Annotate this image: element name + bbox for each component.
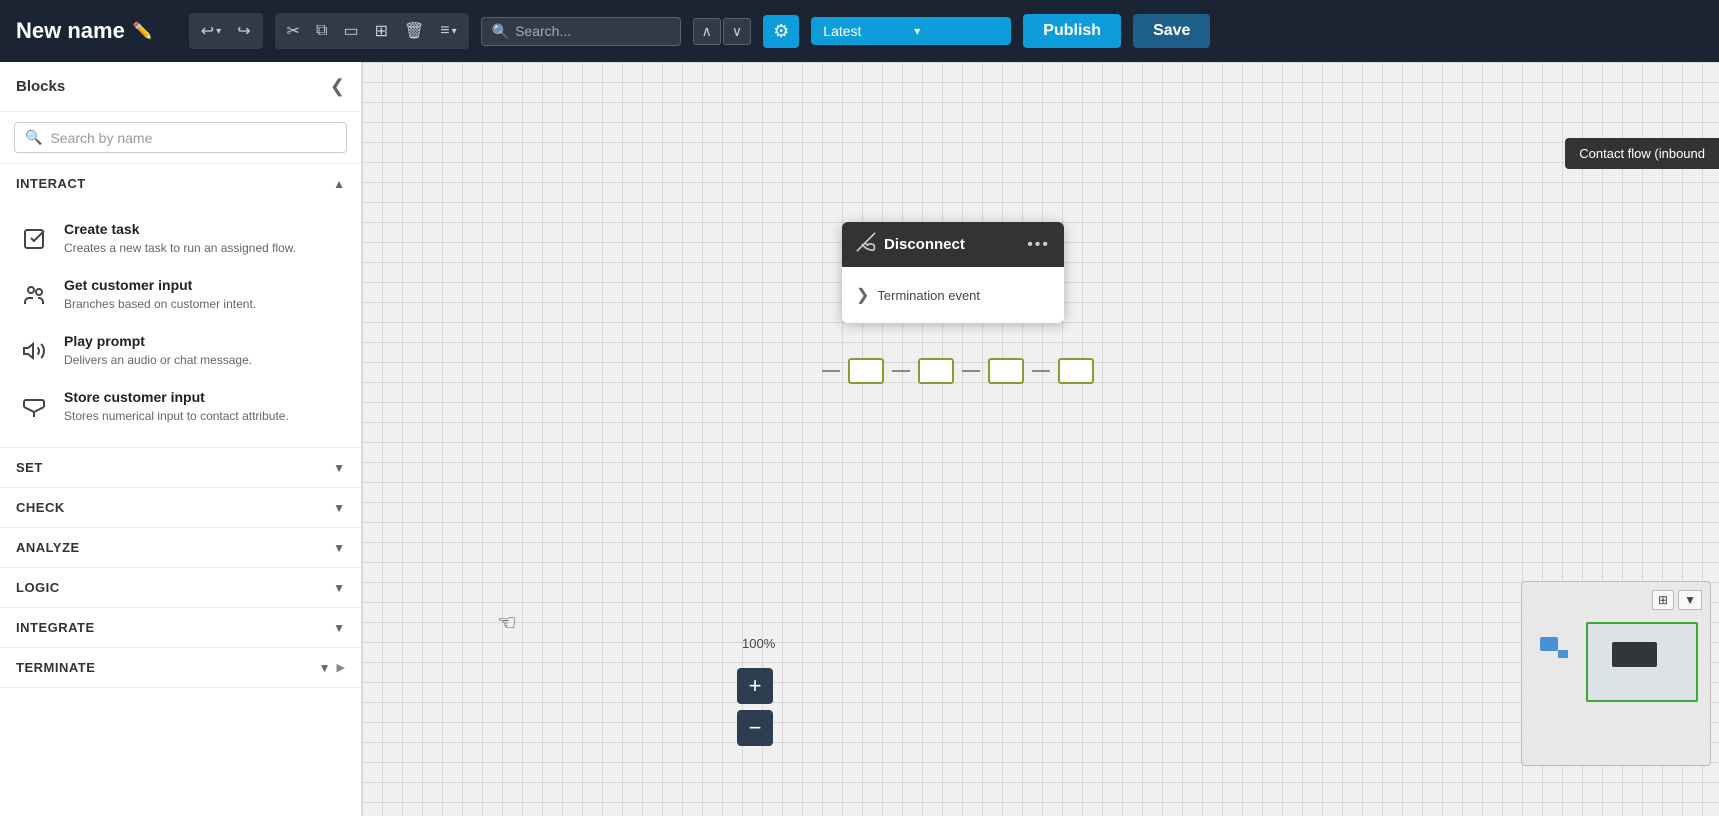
version-selector[interactable]: Latest ▾ xyxy=(811,17,1011,45)
connector-line-2 xyxy=(892,370,910,372)
block-create-task[interactable]: Create task Creates a new task to run an… xyxy=(0,211,361,267)
section-header-check[interactable]: CHECK ▼ xyxy=(0,488,361,528)
topbar: New name ✏️ ↩▾ ↪ ✂ ⧉ ▭ ⊞ 🗑 ≡▾ 🔍 xyxy=(0,0,1719,62)
block-play-prompt-name: Play prompt xyxy=(64,333,252,349)
zoom-in-button[interactable]: + xyxy=(737,668,773,704)
nav-arrow-group: ∧ ∨ xyxy=(693,18,752,45)
chevron-down-icon-check: ▼ xyxy=(333,501,345,515)
minimap-node-small-2 xyxy=(1558,650,1568,658)
main-layout: Blocks ❮ 🔍 INTERACT ▲ xyxy=(0,62,1719,816)
termination-label: Termination event xyxy=(877,288,980,303)
minimap-viewport xyxy=(1586,622,1698,702)
zoom-out-button[interactable]: − xyxy=(737,710,773,746)
sidebar-search-area: 🔍 xyxy=(0,112,361,164)
text-format-button[interactable]: ≡▾ xyxy=(434,18,462,44)
search-icon: 🔍 xyxy=(492,23,509,40)
termination-arrow-icon: ❯ xyxy=(856,285,869,305)
sidebar-search-wrap[interactable]: 🔍 xyxy=(14,122,347,153)
section-header-logic[interactable]: LOGIC ▼ xyxy=(0,568,361,608)
sidebar-collapse-button[interactable]: ❮ xyxy=(330,76,345,97)
canvas-area[interactable]: Contact flow (inbound Disconnect ••• xyxy=(362,62,1719,816)
get-customer-input-icon xyxy=(16,277,52,313)
create-task-icon xyxy=(16,221,52,257)
connector-line-4 xyxy=(1032,370,1050,372)
section-header-set[interactable]: SET ▼ xyxy=(0,448,361,488)
disconnect-body: ❯ Termination event xyxy=(842,267,1064,323)
node-box-3[interactable] xyxy=(988,358,1024,384)
gear-icon: ⚙ xyxy=(773,21,789,41)
nodes-row xyxy=(822,358,1094,384)
app-title-area: New name ✏️ xyxy=(16,18,153,44)
termination-event-row: ❯ Termination event xyxy=(842,277,1064,313)
chevron-down-icon-analyze: ▼ xyxy=(333,541,345,555)
sidebar-scroll-indicator: ▶ xyxy=(337,661,345,674)
block-get-customer-desc: Branches based on customer intent. xyxy=(64,296,256,313)
sidebar-content: INTERACT ▲ Create task Creates a new tas… xyxy=(0,164,361,816)
copy-button[interactable]: ⧉ xyxy=(310,18,333,44)
nav-up-button[interactable]: ∧ xyxy=(693,18,721,45)
disconnect-title: Disconnect xyxy=(884,236,965,253)
canvas-search-box[interactable]: 🔍 xyxy=(481,17,681,46)
redo-button[interactable]: ↪ xyxy=(231,17,256,45)
minimap: ⊞ ▼ xyxy=(1521,581,1711,766)
grid-button[interactable]: ⊞ xyxy=(369,17,394,45)
nav-down-button[interactable]: ∨ xyxy=(723,18,751,45)
node-box-2[interactable] xyxy=(918,358,954,384)
block-get-customer-input[interactable]: Get customer input Branches based on cus… xyxy=(0,267,361,323)
chevron-down-icon-set: ▼ xyxy=(333,461,345,475)
sidebar-title: Blocks xyxy=(16,78,65,95)
disconnect-block[interactable]: Disconnect ••• ❯ Termination event xyxy=(842,222,1064,323)
section-header-integrate[interactable]: INTEGRATE ▼ xyxy=(0,608,361,648)
edit-title-icon[interactable]: ✏️ xyxy=(133,21,153,41)
block-play-prompt-desc: Delivers an audio or chat message. xyxy=(64,352,252,369)
connector-line-3 xyxy=(962,370,980,372)
block-get-customer-name: Get customer input xyxy=(64,277,256,293)
block-store-customer-name: Store customer input xyxy=(64,389,289,405)
undo-button[interactable]: ↩▾ xyxy=(195,17,227,45)
undo-redo-group: ↩▾ ↪ xyxy=(189,13,263,49)
sidebar: Blocks ❮ 🔍 INTERACT ▲ xyxy=(0,62,362,816)
edit-tools-group: ✂ ⧉ ▭ ⊞ 🗑 ≡▾ xyxy=(275,13,469,49)
chevron-down-icon-logic: ▼ xyxy=(333,581,345,595)
cut-button[interactable]: ✂ xyxy=(281,17,306,45)
delete-button[interactable]: 🗑 xyxy=(398,17,430,45)
sidebar-header: Blocks ❮ xyxy=(0,62,361,112)
node-box-1[interactable] xyxy=(848,358,884,384)
canvas-search-input[interactable] xyxy=(515,23,670,39)
section-header-terminate[interactable]: TERMINATE ▼ ▶ xyxy=(0,648,361,688)
minimap-inner xyxy=(1522,582,1710,765)
section-interact: INTERACT ▲ Create task Creates a new tas… xyxy=(0,164,361,448)
chevron-down-icon-integrate: ▼ xyxy=(333,621,345,635)
store-customer-input-icon xyxy=(16,389,52,425)
play-prompt-icon xyxy=(16,333,52,369)
disconnect-menu-button[interactable]: ••• xyxy=(1027,236,1050,254)
block-create-task-name: Create task xyxy=(64,221,296,237)
chevron-down-icon-terminate: ▼ xyxy=(319,661,331,675)
settings-button[interactable]: ⚙ xyxy=(763,15,799,48)
save-button[interactable]: Save xyxy=(1133,14,1210,48)
app-title: New name xyxy=(16,18,125,44)
minimap-node-small-1 xyxy=(1540,637,1558,651)
disconnect-header: Disconnect ••• xyxy=(842,222,1064,267)
interact-items: Create task Creates a new task to run an… xyxy=(0,203,361,448)
zoom-controls: + − xyxy=(737,668,773,746)
section-header-analyze[interactable]: ANALYZE ▼ xyxy=(0,528,361,568)
node-box-4[interactable] xyxy=(1058,358,1094,384)
section-header-interact[interactable]: INTERACT ▲ xyxy=(0,164,361,203)
zoom-level-label: 100% xyxy=(742,636,775,651)
publish-button[interactable]: Publish xyxy=(1023,14,1121,48)
frame-button[interactable]: ▭ xyxy=(337,17,364,45)
sidebar-search-icon: 🔍 xyxy=(25,129,42,146)
block-play-prompt[interactable]: Play prompt Delivers an audio or chat me… xyxy=(0,323,361,379)
chevron-up-icon: ▲ xyxy=(333,177,345,191)
block-store-customer-input[interactable]: Store customer input Stores numerical in… xyxy=(0,379,361,435)
contact-flow-tooltip: Contact flow (inbound xyxy=(1565,138,1719,169)
disconnect-phone-icon xyxy=(856,232,876,257)
block-store-customer-desc: Stores numerical input to contact attrib… xyxy=(64,408,289,425)
sidebar-search-input[interactable] xyxy=(50,130,336,146)
block-create-task-desc: Creates a new task to run an assigned fl… xyxy=(64,240,296,257)
cursor-indicator: ☜ xyxy=(497,610,517,636)
connector-line-1 xyxy=(822,370,840,372)
